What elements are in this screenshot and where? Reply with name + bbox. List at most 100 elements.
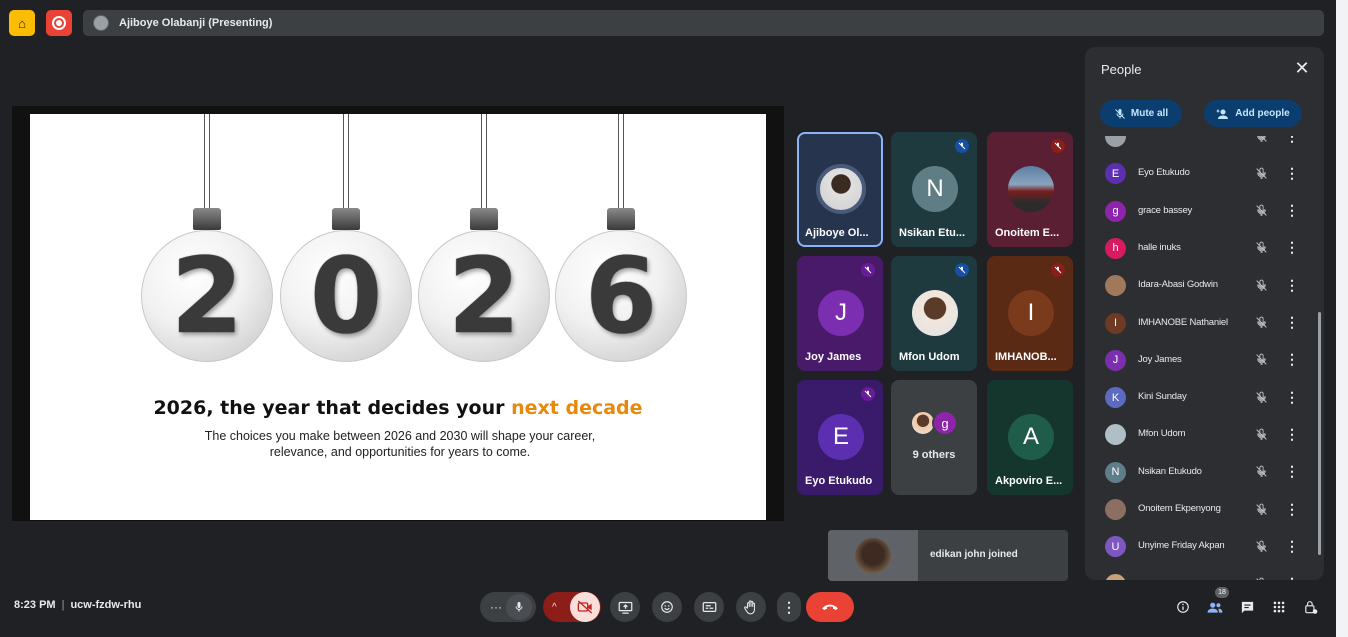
participant-tile[interactable]: E Eyo Etukudo	[797, 380, 883, 495]
more-vert-icon[interactable]: ⋮	[1285, 388, 1299, 406]
more-vert-icon[interactable]: ⋮	[1285, 500, 1299, 518]
more-vert-icon[interactable]: ⋮	[1285, 164, 1299, 182]
participant-list[interactable]: ⋮ E Eyo Etukudo ⋮ g grace bassey ⋮ h halle inuks…	[1085, 136, 1324, 580]
more-options-icon[interactable]: ···	[490, 600, 502, 614]
mic-off-icon[interactable]	[1253, 501, 1269, 517]
mic-off-icon	[1051, 139, 1065, 153]
more-vert-icon[interactable]: ⋮	[1285, 136, 1299, 145]
recording-icon[interactable]	[46, 10, 72, 36]
others-avatars: g	[910, 410, 960, 438]
slide-subtitle: The choices you make between 2026 and 20…	[204, 429, 596, 460]
activities-icon[interactable]	[1270, 598, 1288, 616]
mic-off-icon[interactable]	[1253, 464, 1269, 480]
microphone-control[interactable]: ···	[480, 592, 536, 622]
mic-off-icon[interactable]	[1253, 576, 1269, 580]
more-vert-icon[interactable]: ⋮	[1285, 463, 1299, 481]
meeting-details-icon[interactable]	[1174, 598, 1192, 616]
participant-tile[interactable]: Mfon Udom	[891, 256, 977, 371]
participant-row[interactable]: Mfon Udom ⋮	[1085, 416, 1324, 453]
participant-avatar	[1105, 275, 1126, 297]
mute-all-button[interactable]: Mute all	[1100, 100, 1182, 127]
participant-tile[interactable]: A Akpoviro E...	[987, 380, 1073, 495]
ornament-string	[204, 114, 210, 210]
participant-name: Joy James	[805, 351, 862, 363]
mic-off-icon[interactable]	[1253, 538, 1269, 554]
raise-hand-button[interactable]	[736, 592, 766, 622]
ornament-cap	[470, 208, 498, 230]
chevron-up-icon[interactable]: ^	[552, 602, 557, 613]
mic-off-icon	[955, 139, 969, 153]
participant-name: Onoitem Ekpenyong	[1138, 503, 1221, 514]
participant-row[interactable]: I IMHANOBE Nathaniel ⋮	[1085, 305, 1324, 342]
participant-avatar	[1105, 573, 1126, 580]
participant-row[interactable]: E Eyo Etukudo ⋮	[1085, 155, 1324, 192]
scrollbar[interactable]	[1318, 312, 1321, 555]
ornament-digit: 2	[447, 235, 521, 357]
people-icon[interactable]	[1206, 598, 1224, 616]
more-vert-icon[interactable]: ⋮	[1285, 575, 1299, 580]
captions-button[interactable]	[694, 592, 724, 622]
add-person-icon	[1216, 109, 1229, 119]
mic-off-icon[interactable]	[1253, 352, 1269, 368]
participant-row[interactable]: J Joy James ⋮	[1085, 342, 1324, 379]
participant-name: Idara-Abasi Godwin	[1138, 279, 1218, 291]
more-vert-icon[interactable]: ⋮	[1285, 202, 1299, 220]
participant-tile[interactable]: Ajiboye Ol...	[797, 132, 883, 247]
participant-tile[interactable]: J Joy James	[797, 256, 883, 371]
mic-off-icon[interactable]	[1253, 389, 1269, 405]
participant-row[interactable]: Idara-Abasi Godwin ⋮	[1085, 267, 1324, 304]
participant-tile[interactable]: g 9 others	[891, 380, 977, 495]
participant-avatar	[1105, 499, 1126, 520]
present-screen-icon	[618, 601, 632, 614]
mic-off-icon[interactable]	[1253, 136, 1269, 144]
present-screen-button[interactable]	[610, 592, 640, 622]
participant-tile[interactable]: N Nsikan Etu...	[891, 132, 977, 247]
more-vert-icon[interactable]: ⋮	[1285, 537, 1299, 555]
mic-off-icon[interactable]	[1253, 240, 1269, 256]
meeting-info: 8:23 PM | ucw-fzdw-rhu	[14, 599, 142, 611]
participant-row[interactable]: h halle inuks ⋮	[1085, 230, 1324, 267]
participant-name: Ajiboye Ol...	[805, 227, 869, 239]
mute-all-label: Mute all	[1130, 108, 1169, 119]
ornament-string	[618, 114, 624, 210]
others-label: 9 others	[912, 449, 956, 461]
participant-row[interactable]: Onoitem Ekpenyong ⋮	[1085, 491, 1324, 528]
more-vert-icon[interactable]: ⋮	[1285, 276, 1299, 294]
close-icon[interactable]: ✕	[1293, 59, 1311, 77]
participant-avatar: h	[1105, 237, 1126, 259]
more-vert-icon[interactable]: ⋮	[1285, 425, 1299, 443]
mic-off-icon	[955, 263, 969, 277]
mic-icon[interactable]	[506, 594, 532, 620]
joiner-avatar	[828, 530, 918, 581]
app-indicator-icon[interactable]: ⌂	[9, 10, 35, 36]
participant-row[interactable]: N Nsikan Etukudo ⋮	[1085, 454, 1324, 491]
presentation-area[interactable]: 2026 2026, the year that decides your ne…	[12, 106, 784, 521]
participant-row[interactable]: ⋮	[1085, 566, 1324, 580]
mic-off-icon[interactable]	[1253, 315, 1269, 331]
more-options-button[interactable]: ⋮	[777, 592, 801, 622]
more-vert-icon[interactable]: ⋮	[1285, 314, 1299, 332]
mic-off-icon	[861, 387, 875, 401]
camera-off-button[interactable]	[570, 592, 600, 622]
participant-row[interactable]: K Kini Sunday ⋮	[1085, 379, 1324, 416]
more-vert-icon[interactable]: ⋮	[1285, 239, 1299, 257]
participant-tile[interactable]: I IMHANOB...	[987, 256, 1073, 371]
participant-avatar	[912, 290, 958, 336]
host-controls-icon[interactable]	[1302, 598, 1320, 616]
mic-off-icon[interactable]	[1253, 165, 1269, 181]
mic-off-icon[interactable]	[1253, 277, 1269, 293]
more-vert-icon[interactable]: ⋮	[1285, 351, 1299, 369]
participant-name: Mfon Udom	[1138, 428, 1186, 440]
mic-off-icon[interactable]	[1253, 426, 1269, 442]
participant-row[interactable]: g grace bassey ⋮	[1085, 193, 1324, 230]
add-people-button[interactable]: Add people	[1204, 100, 1302, 127]
participant-avatar: E	[1105, 163, 1126, 185]
participant-tile[interactable]: Onoitem E...	[987, 132, 1073, 247]
chat-icon[interactable]	[1238, 598, 1256, 616]
participant-row[interactable]: ⋮	[1085, 136, 1324, 155]
reactions-button[interactable]	[652, 592, 682, 622]
participant-row[interactable]: U Unyime Friday Akpan ⋮	[1085, 528, 1324, 565]
leave-call-button[interactable]	[806, 592, 854, 622]
participant-avatar: E	[818, 414, 864, 460]
mic-off-icon[interactable]	[1253, 203, 1269, 219]
